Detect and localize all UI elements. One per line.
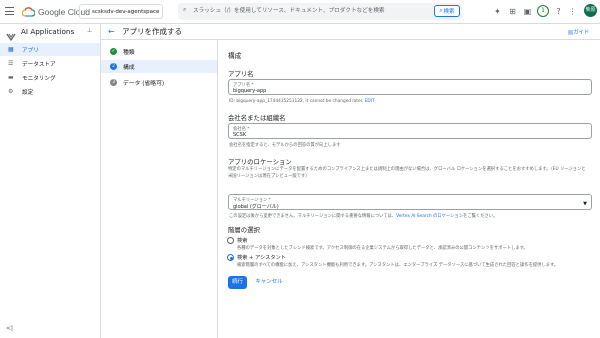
project-selector[interactable]: ⁘ scsksdv-dev-agentspace bbox=[79, 4, 163, 19]
sidebar-title: AI Applications bbox=[21, 27, 75, 36]
company-help: 会社名を指定すると、モデルからの回答の質が向上します bbox=[229, 143, 341, 148]
step-type[interactable]: ✓ 種類 bbox=[101, 45, 217, 58]
header-divider bbox=[101, 39, 600, 40]
continue-button[interactable]: 続行 bbox=[228, 276, 247, 289]
project-name: scsksdv-dev-agentspace bbox=[92, 8, 160, 15]
step-config[interactable]: 2 構成 bbox=[101, 60, 217, 73]
apps-icon: ▦ bbox=[8, 46, 14, 53]
vertex-location-link[interactable]: Vertex AI Search のロケーション bbox=[396, 214, 463, 219]
step-data[interactable]: 3 データ (省略可) bbox=[101, 76, 217, 89]
more-vert-icon[interactable]: ⋮ bbox=[567, 6, 578, 17]
gift-icon[interactable]: ⊞ bbox=[507, 6, 518, 17]
step-number: 3 bbox=[110, 79, 117, 86]
tier-heading: 階層の選択 bbox=[228, 226, 260, 234]
guide-link[interactable]: ▤ガイド bbox=[568, 28, 589, 36]
radio-search-assistant[interactable] bbox=[227, 254, 234, 261]
gear-icon: ⚙ bbox=[8, 88, 14, 95]
search-button-label: 検索 bbox=[443, 9, 455, 15]
region-value: global (グローバル) bbox=[233, 204, 279, 210]
app-id: ID: bigquery-app_1744435251122, it canno… bbox=[229, 99, 364, 104]
radio-search-assistant-desc: 検索階層のすべての機能に加え、アシスタント機能も利用できます。アシスタントは、エ… bbox=[237, 263, 559, 268]
pin-icon[interactable]: ⊥ bbox=[87, 27, 92, 34]
sidebar-item-label: モニタリング bbox=[22, 75, 56, 82]
step-number: 2 bbox=[110, 63, 117, 70]
terminal-icon[interactable]: ▣ bbox=[522, 6, 533, 17]
ai-applications-icon bbox=[6, 27, 16, 42]
radio-search-label: 検索 bbox=[237, 238, 248, 244]
monitoring-icon: ▬ bbox=[8, 74, 14, 81]
top-bar: Google Cloud ⁘ scsksdv-dev-agentspace ⌕ … bbox=[0, 0, 600, 24]
steps-divider bbox=[217, 40, 218, 338]
app-name-value: bigquery-app bbox=[233, 88, 267, 94]
location-help: この設定は後から変更できません。マルチリージョンに関する重要な情報については、V… bbox=[229, 213, 497, 219]
guide-label: ガイド bbox=[573, 30, 590, 36]
step-label: データ (省略可) bbox=[123, 81, 165, 87]
check-icon: ✓ bbox=[110, 48, 117, 55]
cancel-button[interactable]: キャンセル bbox=[253, 276, 285, 289]
search-input[interactable]: スラッシュ（/）を使用してリソース、ドキュメント、プロダクトなどを検索 bbox=[193, 6, 433, 14]
location-help-text: この設定は後から変更できません。マルチリージョンに関する重要な情報については、 bbox=[229, 214, 397, 219]
section-title: 構成 bbox=[228, 52, 242, 60]
sidebar-item-datastore[interactable]: ☰ データストア bbox=[0, 57, 100, 70]
sidebar-item-label: 設定 bbox=[22, 89, 34, 96]
dropdown-arrow-icon: ▼ bbox=[583, 201, 587, 207]
multi-region-select[interactable]: マルチリージョン * global (グローバル) ▼ bbox=[228, 194, 592, 210]
app-name-field[interactable]: アプリ名 * bigquery-app bbox=[228, 79, 592, 95]
project-icon: ⁘ bbox=[84, 8, 90, 15]
location-heading: アプリのロケーション bbox=[228, 158, 292, 166]
step-label: 種類 bbox=[123, 50, 135, 56]
sidebar-item-monitoring[interactable]: ▬ モニタリング bbox=[0, 71, 100, 84]
gemini-icon[interactable]: ✦ bbox=[492, 6, 503, 17]
search-button[interactable]: ⌕ 検索 bbox=[434, 5, 460, 17]
edit-id-link[interactable]: EDIT bbox=[365, 99, 375, 104]
app-name-heading: アプリ名 bbox=[228, 70, 254, 78]
back-arrow-icon[interactable]: ← bbox=[108, 27, 115, 36]
cloud-logo-icon bbox=[22, 7, 35, 17]
hamburger-menu-icon[interactable] bbox=[5, 7, 14, 15]
notification-badge[interactable]: 1 bbox=[537, 5, 549, 17]
radio-search-desc: 各種のデータを対象としたブレンド検索です。アクセス制御の在る企業システムから取得… bbox=[237, 246, 528, 251]
company-name-field[interactable]: 会社名 * SCSK bbox=[228, 123, 592, 139]
location-description: 特定のマルチリージョンにデータを配置するためのコンプライアンス上または規制上の理… bbox=[228, 167, 586, 179]
sidebar-item-label: データストア bbox=[22, 61, 56, 68]
database-icon: ☰ bbox=[8, 60, 14, 67]
help-icon[interactable]: ? bbox=[553, 6, 564, 17]
company-value: SCSK bbox=[233, 132, 247, 138]
sidebar-item-label: アプリ bbox=[22, 47, 39, 54]
avatar[interactable]: 柴原 bbox=[584, 4, 597, 17]
step-label: 構成 bbox=[123, 65, 135, 71]
radio-search-assistant-label: 検索 + アシスタント bbox=[237, 255, 286, 261]
location-help-tail: をご覧ください。 bbox=[463, 214, 498, 219]
page-title: アプリを作成する bbox=[122, 27, 182, 36]
search-button-icon: ⌕ bbox=[439, 7, 443, 14]
radio-search[interactable] bbox=[227, 237, 234, 244]
company-heading: 会社名または組織名 bbox=[228, 114, 286, 122]
search-icon: ⌕ bbox=[183, 6, 187, 13]
collapse-sidebar-icon[interactable]: <| bbox=[6, 325, 13, 332]
sidebar-item-settings[interactable]: ⚙ 設定 bbox=[0, 85, 100, 98]
app-id-text: ID: bigquery-app_1744435251122, it canno… bbox=[229, 99, 375, 104]
sidebar-item-apps[interactable]: ▦ アプリ bbox=[0, 43, 100, 56]
